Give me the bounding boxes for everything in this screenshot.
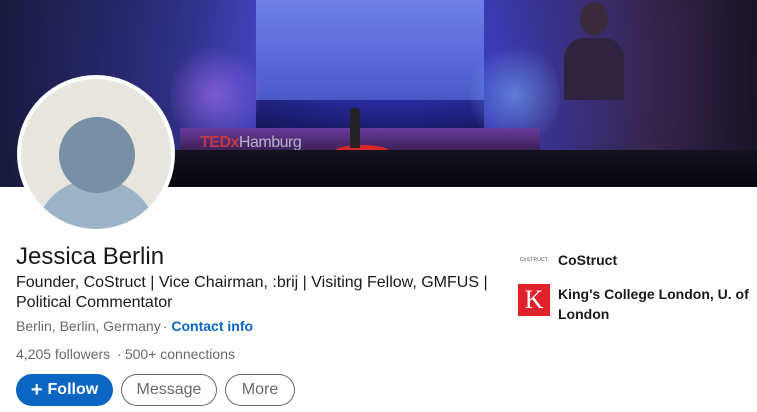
org-name-costruct: CoStruct [558,252,618,268]
banner-speaker-head [580,2,608,36]
follow-label: Follow [47,381,99,398]
org-costruct[interactable]: CoSTRUCT CoStruct [518,250,617,270]
stats-separator: · [117,346,122,362]
banner-projection-screen [256,0,624,100]
message-button[interactable]: Message [121,374,217,406]
avatar-placeholder-icon [21,79,171,229]
kcl-logo-icon: K [518,284,550,316]
contact-info-link[interactable]: Contact info [171,318,253,334]
org-name-kcl: King's College London, U. of London [558,286,749,322]
profile-location: Berlin, Berlin, Germany [16,318,161,334]
stats-row: 4,205 followers · 500+ connections [16,346,235,362]
avatar-head [59,117,135,193]
org-kcl[interactable]: K King's College London, U. of London [518,284,757,324]
followers-count: 4,205 followers [16,346,111,362]
costruct-logo-icon: CoSTRUCT [519,257,549,263]
banner-audience [140,150,757,187]
follow-button[interactable]: + Follow [16,374,113,406]
banner-speaker-body [564,38,624,100]
location-separator: · [162,318,168,334]
plus-icon: + [30,379,43,401]
more-button[interactable]: More [225,374,295,406]
profile-headline: Founder, CoStruct | Vice Chairman, :brij… [16,274,488,311]
profile-avatar[interactable] [17,75,175,233]
profile-name: Jessica Berlin [16,243,165,270]
location-row: Berlin, Berlin, Germany · Contact info [16,318,253,334]
banner-speaker-on-stage [350,108,360,148]
connections-count[interactable]: 500+ connections [125,346,235,362]
